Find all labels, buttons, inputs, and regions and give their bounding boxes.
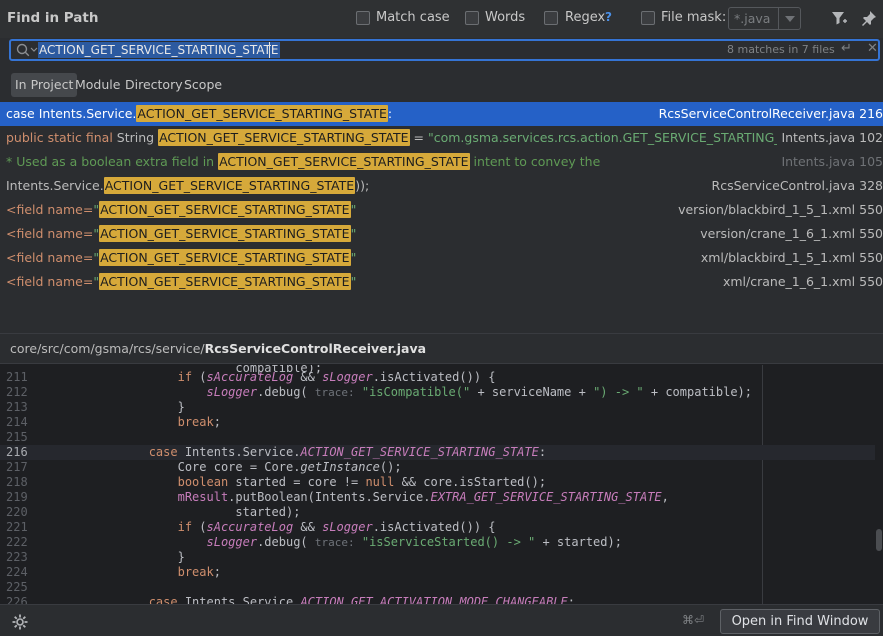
code-line: 214 break;: [6, 415, 221, 429]
result-file: Intents.java 105: [777, 150, 883, 174]
filter-icon[interactable]: [830, 9, 848, 27]
result-code: case Intents.Service.ACTION_GET_SERVICE_…: [6, 105, 393, 122]
result-file: RcsServiceControl.java 328: [707, 174, 883, 198]
result-file: version/crane_1_6_1.xml 550: [696, 222, 883, 246]
result-code: <field name="ACTION_GET_SERVICE_STARTING…: [6, 225, 357, 242]
code-line: 221 if (sAccurateLog && sLogger.isActiva…: [6, 520, 496, 534]
result-row[interactable]: <field name="ACTION_GET_SERVICE_STARTING…: [0, 246, 883, 270]
code-line: 218 boolean started = core != null && co…: [6, 475, 547, 489]
code-line-current: 216 case Intents.Service.ACTION_GET_SERV…: [0, 445, 875, 460]
tab-directory[interactable]: Directory: [121, 73, 187, 97]
words-label[interactable]: Words: [485, 10, 525, 25]
code-preview: core/src/com/gsma/rcs/service/RcsService…: [0, 333, 883, 605]
shortcut-hint: ⌘⏎: [682, 613, 705, 627]
result-row[interactable]: <field name="ACTION_GET_SERVICE_STARTING…: [0, 198, 883, 222]
dialog-footer: ⌘⏎ Open in Find Window: [0, 604, 883, 636]
chevron-down-icon[interactable]: [778, 8, 800, 29]
result-file: xml/blackbird_1_5_1.xml 550: [696, 246, 883, 270]
results-list[interactable]: case Intents.Service.ACTION_GET_SERVICE_…: [0, 101, 883, 331]
file-mask-checkbox[interactable]: [641, 11, 655, 25]
code-line: 225: [6, 580, 28, 594]
result-file: xml/crane_1_6_1.xml 550: [718, 270, 883, 294]
result-row[interactable]: public static final String ACTION_GET_SE…: [0, 126, 883, 150]
result-row[interactable]: * Used as a boolean extra field in ACTIO…: [0, 150, 883, 174]
gear-icon[interactable]: [11, 613, 29, 631]
code-line: 223 }: [6, 550, 185, 564]
file-mask-value: *.java: [734, 11, 771, 26]
result-file: version/blackbird_1_5_1.xml 550: [674, 198, 883, 222]
result-file: RcsServiceControlReceiver.java 216: [654, 102, 883, 126]
regex-label[interactable]: Regex: [565, 10, 605, 25]
code-editor[interactable]: compatible); 211 if (sAccurateLog && sLo…: [0, 365, 883, 605]
code-line: 217 Core core = Core.getInstance();: [6, 460, 402, 474]
result-code: * Used as a boolean extra field in ACTIO…: [6, 153, 601, 170]
result-row[interactable]: Intents.Service.ACTION_GET_SERVICE_START…: [0, 174, 883, 198]
result-code: <field name="ACTION_GET_SERVICE_STARTING…: [6, 201, 357, 218]
match-case-label[interactable]: Match case: [376, 10, 450, 25]
result-row[interactable]: case Intents.Service.ACTION_GET_SERVICE_…: [0, 102, 883, 126]
code-line: 224 break;: [6, 565, 221, 579]
close-icon[interactable]: ✕: [867, 41, 878, 56]
result-code: public static final String ACTION_GET_SE…: [6, 129, 789, 146]
result-code: <field name="ACTION_GET_SERVICE_STARTING…: [6, 273, 357, 290]
find-header: Find in Path Match case Words Regex ? Fi…: [0, 0, 883, 38]
code-line: 220 started);: [6, 505, 301, 519]
result-code: Intents.Service.ACTION_GET_SERVICE_START…: [6, 177, 370, 194]
new-line-icon[interactable]: ↵: [841, 41, 852, 56]
search-icon[interactable]: [15, 42, 39, 58]
text-caret: [269, 42, 270, 58]
file-mask-label[interactable]: File mask:: [661, 10, 726, 25]
search-field[interactable]: ACTION_GET_SERVICE_STARTING_STATE 8 matc…: [9, 39, 880, 61]
code-line: 212 sLogger.debug( trace: "isCompatible(…: [6, 385, 753, 399]
pin-icon[interactable]: [860, 9, 878, 27]
words-checkbox[interactable]: [465, 11, 479, 25]
preview-file-path: core/src/com/gsma/rcs/service/RcsService…: [0, 334, 883, 364]
dialog-title: Find in Path: [7, 10, 99, 26]
result-row[interactable]: <field name="ACTION_GET_SERVICE_STARTING…: [0, 222, 883, 246]
regex-help-icon[interactable]: ?: [605, 10, 612, 24]
file-mask-combobox[interactable]: *.java: [728, 7, 801, 30]
search-input[interactable]: ACTION_GET_SERVICE_STARTING_STATE: [38, 42, 280, 58]
code-line: 213 }: [6, 400, 185, 414]
result-file: Intents.java 102: [777, 126, 883, 150]
vertical-scrollbar[interactable]: [876, 529, 882, 551]
code-line: 222 sLogger.debug( trace: "isServiceStar…: [6, 535, 622, 549]
match-count: 8 matches in 7 files: [727, 43, 835, 56]
regex-checkbox[interactable]: [544, 11, 558, 25]
open-in-find-window-button[interactable]: Open in Find Window: [720, 609, 880, 634]
match-case-checkbox[interactable]: [356, 11, 370, 25]
tab-scope[interactable]: Scope: [180, 73, 226, 97]
result-row[interactable]: <field name="ACTION_GET_SERVICE_STARTING…: [0, 270, 883, 294]
tab-module[interactable]: Module: [71, 73, 124, 97]
code-line: 215: [6, 430, 28, 444]
result-code: <field name="ACTION_GET_SERVICE_STARTING…: [6, 249, 357, 266]
code-line: 211 if (sAccurateLog && sLogger.isActiva…: [6, 370, 496, 384]
code-line: 219 mResult.putBoolean(Intents.Service.E…: [6, 490, 669, 504]
tab-in-project[interactable]: In Project: [11, 73, 78, 97]
